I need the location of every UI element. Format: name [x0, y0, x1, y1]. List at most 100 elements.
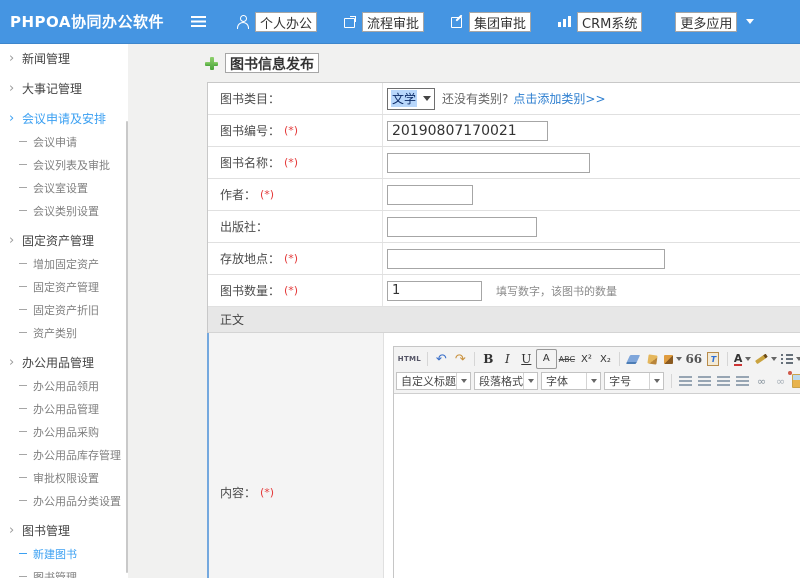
required-mark: (*)	[284, 156, 298, 169]
chevron-right-icon	[9, 524, 20, 537]
location-input[interactable]	[387, 249, 665, 269]
quantity-hint: 填写数字，该图书的数量	[496, 283, 617, 299]
quantity-input[interactable]	[387, 281, 482, 301]
sidebar-item-supplies-inventory[interactable]: 办公用品库存管理	[0, 443, 128, 466]
sidebar-item-supplies-category-settings[interactable]: 办公用品分类设置	[0, 489, 128, 512]
add-category-link[interactable]: 点击添加类别>>	[513, 90, 605, 107]
paragraph-format-dropdown[interactable]: 段落格式	[474, 372, 538, 390]
chevron-right-icon	[9, 356, 20, 369]
required-mark: (*)	[260, 188, 274, 201]
page-title: 图书信息发布	[205, 53, 319, 73]
sidebar-item-fixed-assets[interactable]: 固定资产管理	[0, 229, 128, 252]
sidebar-item-book-management[interactable]: 图书管理	[0, 519, 128, 542]
sidebar-item-book-management-sub[interactable]: 图书管理	[0, 565, 128, 578]
required-mark: (*)	[284, 124, 298, 137]
sidebar-item-meeting-category-settings[interactable]: 会议类别设置	[0, 199, 128, 222]
font-color-button[interactable]: A	[732, 350, 753, 368]
dash-icon	[19, 408, 27, 409]
sidebar-item-supplies-purchase[interactable]: 办公用品采购	[0, 420, 128, 443]
blockquote-button[interactable]: 66	[684, 350, 704, 368]
eraser-button[interactable]	[624, 350, 643, 368]
font-border-button[interactable]: A	[536, 349, 557, 369]
book-publish-form: 图书类目： 文学 还没有类别? 点击添加类别>> 图书编号：(*) 图书名称：(	[207, 82, 800, 578]
rich-text-editor: HTML ↶ ↷ B I U A ABC X²	[393, 346, 800, 578]
chevron-down-icon	[771, 357, 777, 361]
sidebar-item-meeting-application[interactable]: 会议申请及安排	[0, 107, 128, 130]
chevron-down-icon[interactable]	[523, 373, 537, 389]
custom-title-dropdown[interactable]: 自定义标题	[396, 372, 471, 390]
clear-format-button[interactable]	[643, 350, 662, 368]
sidebar-item-supplies-claim[interactable]: 办公用品领用	[0, 374, 128, 397]
chevron-down-icon	[745, 357, 751, 361]
insert-image-button[interactable]	[790, 372, 800, 390]
align-left-icon	[679, 376, 692, 386]
sidebar-item-new-book[interactable]: 新建图书	[0, 542, 128, 565]
editor-toolbar-row-1: HTML ↶ ↷ B I U A ABC X²	[396, 348, 800, 370]
font-family-dropdown[interactable]: 字体	[541, 372, 601, 390]
align-left-button[interactable]	[676, 372, 695, 390]
align-right-icon	[717, 376, 730, 386]
underline-button[interactable]: U	[517, 350, 536, 368]
chevron-right-icon	[9, 52, 20, 65]
format-painter-button[interactable]	[662, 350, 684, 368]
sidebar-item-news-management[interactable]: 新闻管理	[0, 47, 128, 70]
undo-button[interactable]: ↶	[432, 350, 451, 368]
editor-toolbar: HTML ↶ ↷ B I U A ABC X²	[394, 347, 800, 394]
sidebar-item-add-fixed-asset[interactable]: 增加固定资产	[0, 252, 128, 275]
paste-as-text-button[interactable]: T	[704, 350, 723, 368]
location-label: 存放地点：	[220, 250, 280, 267]
subscript-button[interactable]: X₂	[596, 350, 615, 368]
sidebar-item-meeting-room-settings[interactable]: 会议室设置	[0, 176, 128, 199]
sidebar-item-meeting-apply[interactable]: 会议申请	[0, 130, 128, 153]
font-size-dropdown[interactable]: 字号	[604, 372, 664, 390]
dash-icon	[19, 385, 27, 386]
justify-button[interactable]	[733, 372, 752, 390]
chevron-down-icon[interactable]	[586, 373, 600, 389]
redo-button[interactable]: ↷	[451, 350, 470, 368]
nav-group-approval[interactable]: 集团审批	[451, 12, 531, 32]
superscript-button[interactable]: X²	[577, 350, 596, 368]
nav-more-apps[interactable]: 更多应用	[669, 12, 754, 32]
form-row-quantity: 图书数量：(*) 填写数字，该图书的数量	[208, 275, 800, 307]
sidebar-item-fixed-asset-management[interactable]: 固定资产管理	[0, 275, 128, 298]
publisher-input[interactable]	[387, 217, 537, 237]
html-source-button[interactable]: HTML	[396, 350, 423, 368]
sidebar-item-meeting-list-approval[interactable]: 会议列表及审批	[0, 153, 128, 176]
ordered-list-icon	[781, 354, 794, 364]
insert-link-button[interactable]: ∞	[752, 372, 771, 390]
chevron-down-icon[interactable]	[649, 373, 663, 389]
sidebar-item-fixed-asset-depreciation[interactable]: 固定资产折旧	[0, 298, 128, 321]
remove-link-button[interactable]: ∞	[771, 372, 790, 390]
italic-button[interactable]: I	[498, 350, 517, 368]
align-right-button[interactable]	[714, 372, 733, 390]
sidebar-item-approval-permission-settings[interactable]: 审批权限设置	[0, 466, 128, 489]
strikethrough-button[interactable]: ABC	[557, 350, 577, 368]
nav-personal-office[interactable]: 个人办公	[237, 12, 317, 32]
highlight-color-button[interactable]	[753, 350, 779, 368]
bold-button[interactable]: B	[479, 350, 498, 368]
nav-crm-system[interactable]: CRM系统	[558, 12, 642, 32]
toolbar-separator	[671, 374, 672, 388]
author-input[interactable]	[387, 185, 473, 205]
bar-chart-icon	[558, 16, 571, 27]
broom-icon	[647, 354, 657, 364]
align-center-button[interactable]	[695, 372, 714, 390]
add-plus-icon	[205, 57, 218, 70]
sidebar-item-supplies-management[interactable]: 办公用品管理	[0, 397, 128, 420]
toolbar-separator	[727, 352, 728, 366]
category-select[interactable]: 文学	[387, 88, 435, 110]
dash-icon	[19, 309, 27, 310]
sidebar-menu: 新闻管理 大事记管理 会议申请及安排 会议申请 会议列表及审批 会议室设置 会议…	[0, 44, 128, 578]
sidebar-item-events-management[interactable]: 大事记管理	[0, 77, 128, 100]
book-name-input[interactable]	[387, 153, 590, 173]
book-no-input[interactable]	[387, 121, 548, 141]
sidebar-item-office-supplies[interactable]: 办公用品管理	[0, 351, 128, 374]
dash-icon	[19, 141, 27, 142]
menu-toggle-button[interactable]	[186, 10, 210, 34]
chevron-down-icon[interactable]	[456, 373, 470, 389]
ordered-list-button[interactable]	[779, 350, 800, 368]
top-navigation-bar: PHPOA协同办公软件 个人办公 流程审批 集团审批 CRM系统 更多应用	[0, 0, 800, 44]
editor-content-area[interactable]	[394, 394, 800, 578]
sidebar-item-asset-category[interactable]: 资产类别	[0, 321, 128, 344]
nav-process-approval[interactable]: 流程审批	[344, 12, 424, 32]
